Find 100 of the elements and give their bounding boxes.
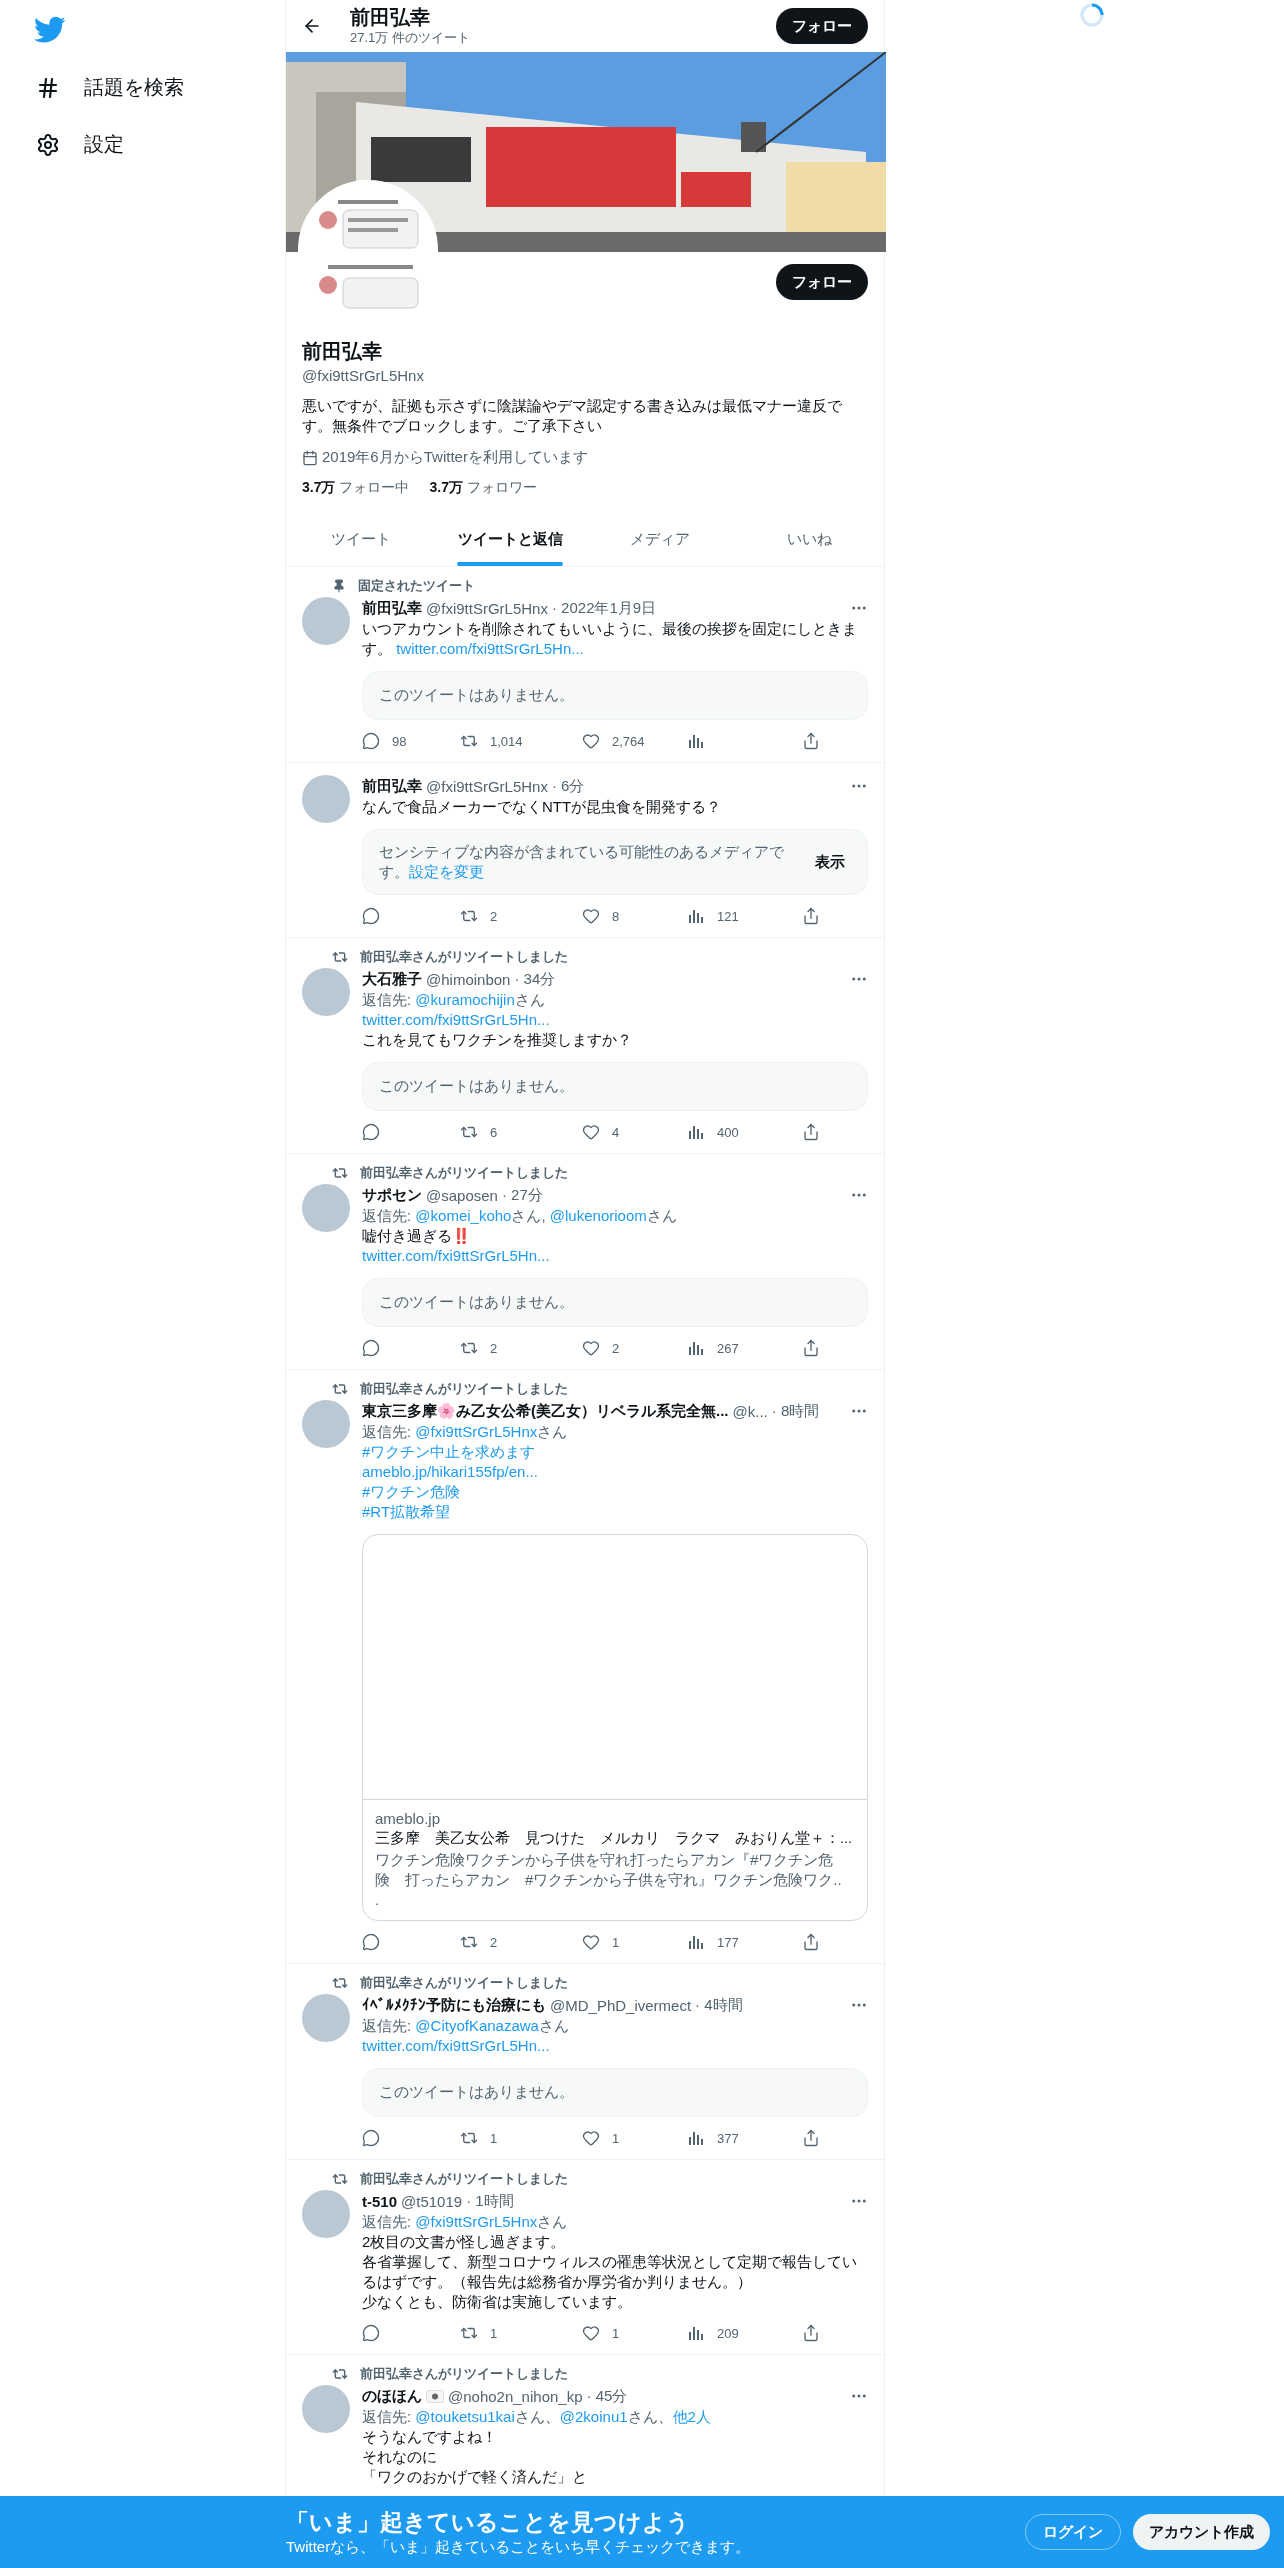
reply-button[interactable] (362, 907, 380, 925)
profile-tab[interactable]: ツイートと返信 (435, 513, 585, 566)
bird-logo[interactable] (34, 16, 66, 44)
share-button[interactable] (802, 2129, 820, 2147)
link-card[interactable]: ameblo.jp 三多摩 美乙女公希 見つけた メルカリ ラクマ みおりん堂＋：... ワクチン危険ワクチンから子供を守れ打ったらアカン『#ワクチン危険 打ったらアカン #ワクチンから子供を守れ』ワクチン危険ワク... (362, 1534, 868, 1921)
retweet-button[interactable]: 2 (460, 1933, 498, 1951)
author-name[interactable]: 大石雅子 (362, 969, 422, 989)
retweet-button[interactable]: 1 (460, 2129, 498, 2147)
like-button[interactable]: 1 (582, 2324, 620, 2342)
reply-button[interactable] (362, 1339, 380, 1357)
retweet-button[interactable]: 1,014 (460, 732, 523, 750)
following-link[interactable]: 3.7万 フォロー中 (302, 479, 410, 497)
views-button[interactable]: 177 (687, 1933, 739, 1951)
sidebar-item[interactable]: 設定 (30, 119, 130, 170)
card-description: ワクチン危険ワクチンから子供を守れ打ったらアカン『#ワクチン危険 打ったらアカン #ワクチンから子供を守れ』ワクチン危険ワク... (375, 1850, 843, 1910)
author-name[interactable]: t-510 (362, 2192, 398, 2210)
reply-button[interactable]: 98 (362, 732, 407, 750)
tweet-time[interactable]: · 8時間 (771, 1401, 846, 1421)
share-button[interactable] (802, 907, 820, 925)
tweet[interactable]: 固定されたツイート 前田弘幸 @fxi9ttSrGrL5Hnx · 2022年1月9日 いつアカウントを削除されてもいいように、最後の挨拶を固定にしときます。 twitter.com/fxi9ttSrGrL5Hn... このツイートはありません。 98 1,014 2,764 (286, 567, 884, 763)
reply-icon (362, 732, 380, 750)
tweet-text: なんで食品メーカーでなくNTTが昆虫食を開発する？ (362, 797, 722, 817)
views-icon (687, 1933, 705, 1951)
reply-to-line: 返信先: @fxi9ttSrGrL5Hnxさん (362, 2212, 568, 2232)
author-name[interactable]: 前田弘幸 (362, 776, 422, 796)
follow-button[interactable]: フォロー (776, 8, 868, 44)
reply-button[interactable] (362, 2129, 380, 2147)
author-handle[interactable]: @fxi9ttSrGrL5Hnx (426, 777, 548, 795)
tweet-time[interactable]: · 6分 (551, 776, 846, 796)
tweet-time[interactable]: · 45分 (586, 2386, 846, 2406)
retweet-button[interactable]: 1 (460, 2324, 498, 2342)
hashtag-icon (36, 75, 60, 100)
profile-handle: @fxi9ttSrGrL5Hnx (302, 367, 424, 384)
like-button[interactable]: 1 (582, 1933, 620, 1951)
author-handle[interactable]: @saposen (426, 1186, 498, 1204)
tweet-context: 前田弘幸さんがリツイートしました (360, 1164, 568, 1182)
like-button[interactable]: 8 (582, 907, 620, 925)
tweet-time[interactable]: · 34分 (514, 969, 846, 989)
author-handle[interactable]: @fxi9ttSrGrL5Hnx (426, 599, 548, 617)
reply-to-line: 返信先: @kuramochijinさん (362, 990, 545, 1010)
share-button[interactable] (802, 732, 820, 750)
author-name[interactable]: ｲﾍﾞﾙﾒｸﾁﾝ予防にも治療にも (362, 1995, 546, 2015)
tweet-time[interactable]: · 4時間 (695, 1995, 846, 2015)
views-icon (687, 1339, 705, 1357)
profile-tab[interactable]: いいね (734, 513, 884, 566)
like-button[interactable]: 4 (582, 1123, 620, 1141)
retweet-icon (332, 2366, 348, 2382)
tweet-time[interactable]: · 1時間 (466, 2191, 846, 2211)
share-icon (802, 1123, 820, 1141)
signup-button[interactable]: アカウント作成 (1133, 2514, 1270, 2550)
share-button[interactable] (802, 2324, 820, 2342)
unavailable-tweet-notice: このツイートはありません。 (362, 1278, 868, 1327)
views-button[interactable]: 121 (687, 907, 739, 925)
retweet-button[interactable]: 2 (460, 1339, 498, 1357)
share-icon (802, 1339, 820, 1357)
tweet-context: 前田弘幸さんがリツイートしました (360, 2365, 568, 2383)
reply-to-line: 返信先: @touketsu1kaiさん、@2koinu1さん、他2人 (362, 2407, 711, 2427)
follow-button[interactable]: フォロー (776, 264, 868, 300)
profile-tab[interactable]: メディア (585, 513, 735, 566)
tweet[interactable]: 前田弘幸さんがリツイートしました 大石雅子 @himoinbon · 34分 返信先: @kuramochijinさん twitter.com/fxi9ttSrGrL5Hn... これを見てもワクチンを推奨しますか？ このツイートはありません。 6 4 400 (286, 938, 884, 1154)
share-button[interactable] (802, 1933, 820, 1951)
author-name[interactable]: 前田弘幸 (362, 598, 422, 618)
author-handle[interactable]: @himoinbon (426, 970, 511, 988)
author-name[interactable]: 東京三多摩🌸み乙女公希(美乙女）リベラル系完全無... (362, 1401, 729, 1421)
reply-button[interactable] (362, 1123, 380, 1141)
views-button[interactable]: 400 (687, 1123, 739, 1141)
tweet[interactable]: 前田弘幸さんがリツイートしました サポセン @saposen · 27分 返信先: @komei_kohoさん, @lukenorioomさん 嘘付き過ぎる‼ twitter.com/fxi9ttSrGrL5Hn... このツイートはありません。 2 2 267 (286, 1154, 884, 1370)
followers-link[interactable]: 3.7万 フォロワー (429, 479, 537, 497)
show-button[interactable]: 表示 (809, 851, 851, 873)
reply-button[interactable] (362, 2324, 380, 2342)
tweet-context: 固定されたツイート (358, 577, 475, 595)
author-name[interactable]: のほほん (362, 2386, 422, 2406)
share-button[interactable] (802, 1123, 820, 1141)
author-handle[interactable]: @MD_PhD_ivermect (550, 1996, 692, 2014)
heart-icon (582, 1339, 600, 1357)
reply-icon (362, 2324, 380, 2342)
like-button[interactable]: 2 (582, 1339, 620, 1357)
views-button[interactable]: 209 (687, 2324, 739, 2342)
tweet-time[interactable]: · 2022年1月9日 (551, 598, 846, 618)
profile-tab[interactable]: ツイート (286, 513, 436, 566)
retweet-button[interactable]: 6 (460, 1123, 498, 1141)
views-button[interactable] (687, 732, 705, 750)
tweet[interactable]: 前田弘幸さんがリツイートしました ｲﾍﾞﾙﾒｸﾁﾝ予防にも治療にも @MD_PhD_ivermect · 4時間 返信先: @CityofKanazawaさん twitter.com/fxi9ttSrGrL5Hn... このツイートはありません。 1 1 377 (286, 1964, 884, 2160)
author-name[interactable]: サポセン (362, 1185, 422, 1205)
retweet-button[interactable]: 2 (460, 907, 498, 925)
tweet[interactable]: 前田弘幸さんがリツイートしました t-510 @t51019 · 1時間 返信先: @fxi9ttSrGrL5Hnxさん 2枚目の文書が怪し過ぎます。 各省掌握して、新型コロナウィルスの罹患等状況として定期で報告しているはずです。（報告先は総務省か厚労省か判りません。） 少なくとも、防衛省は実施しています。 1 1 209 (286, 2160, 884, 2355)
tweet[interactable]: 前田弘幸 @fxi9ttSrGrL5Hnx · 6分 なんで食品メーカーでなくNTTが昆虫食を開発する？ センシティブな内容が含まれている可能性のあるメディアです。設定を変更 表示 2 8 121 (286, 763, 884, 938)
sidebar-item[interactable]: 話題を検索 (30, 62, 190, 113)
tweet-context: 前田弘幸さんがリツイートしました (360, 1974, 568, 1992)
like-button[interactable]: 1 (582, 2129, 620, 2147)
like-button[interactable]: 2,764 (582, 732, 645, 750)
profile-title: 前田弘幸 (350, 5, 430, 29)
views-button[interactable]: 267 (687, 1339, 739, 1357)
author-handle[interactable]: @noho2n_nihon_kp (448, 2387, 583, 2405)
reply-button[interactable] (362, 1933, 380, 1951)
author-handle[interactable]: @k... (732, 1402, 768, 1420)
author-handle[interactable]: @t51019 (401, 2192, 463, 2210)
share-button[interactable] (802, 1339, 820, 1357)
tweet-time[interactable]: · 27分 (501, 1185, 846, 1205)
views-button[interactable]: 377 (687, 2129, 739, 2147)
